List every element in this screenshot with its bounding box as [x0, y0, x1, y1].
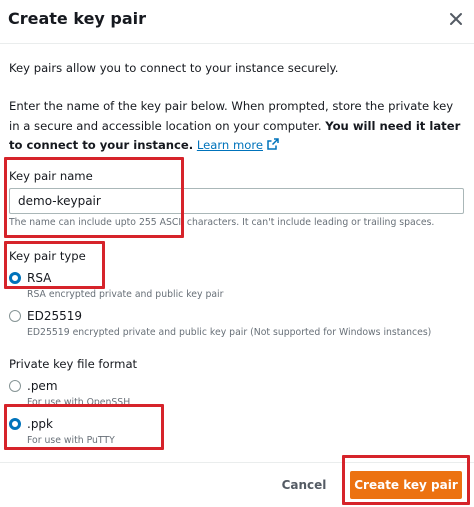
file-format-label: Private key file format — [9, 357, 138, 371]
radio-unselected-indicator[interactable] — [9, 380, 21, 392]
dialog-header: Create key pair — [0, 0, 474, 44]
radio-label-ppk: .ppk — [27, 417, 53, 431]
key-name-hint: The name can include upto 255 ASCII char… — [9, 217, 435, 228]
intro-text: Key pairs allow you to connect to your i… — [9, 61, 339, 75]
cancel-button[interactable]: Cancel — [276, 474, 332, 496]
key-name-input[interactable] — [9, 188, 464, 214]
external-link-icon — [267, 138, 279, 150]
radio-desc-rsa: RSA encrypted private and public key pai… — [27, 289, 224, 300]
close-icon[interactable] — [446, 9, 466, 29]
radio-unselected-indicator[interactable] — [9, 310, 21, 322]
radio-label-pem: .pem — [27, 379, 58, 393]
instructions-text: Enter the name of the key pair below. Wh… — [9, 97, 464, 156]
radio-label-ed25519: ED25519 — [27, 309, 82, 323]
radio-key-type-ed25519[interactable]: ED25519 ED25519 encrypted private and pu… — [9, 306, 464, 346]
key-name-label: Key pair name — [9, 169, 93, 183]
dialog-title: Create key pair — [8, 9, 147, 28]
radio-format-pem[interactable]: .pem For use with OpenSSH — [9, 376, 464, 416]
learn-more-link[interactable]: Learn more — [197, 138, 279, 152]
create-key-pair-dialog: Create key pair Key pairs allow you to c… — [0, 0, 474, 507]
radio-key-type-rsa[interactable]: RSA RSA encrypted private and public key… — [9, 268, 464, 308]
radio-desc-ed25519: ED25519 encrypted private and public key… — [27, 327, 432, 338]
radio-format-ppk[interactable]: .ppk For use with PuTTY — [9, 414, 464, 454]
footer-divider — [0, 462, 474, 463]
key-type-label: Key pair type — [9, 249, 86, 263]
radio-selected-indicator[interactable] — [9, 418, 21, 430]
radio-desc-pem: For use with OpenSSH — [27, 397, 131, 408]
radio-desc-ppk: For use with PuTTY — [27, 435, 115, 446]
learn-more-label: Learn more — [196, 138, 263, 152]
radio-label-rsa: RSA — [27, 271, 52, 285]
create-key-pair-button[interactable]: Create key pair — [350, 471, 462, 499]
radio-selected-indicator[interactable] — [9, 272, 21, 284]
